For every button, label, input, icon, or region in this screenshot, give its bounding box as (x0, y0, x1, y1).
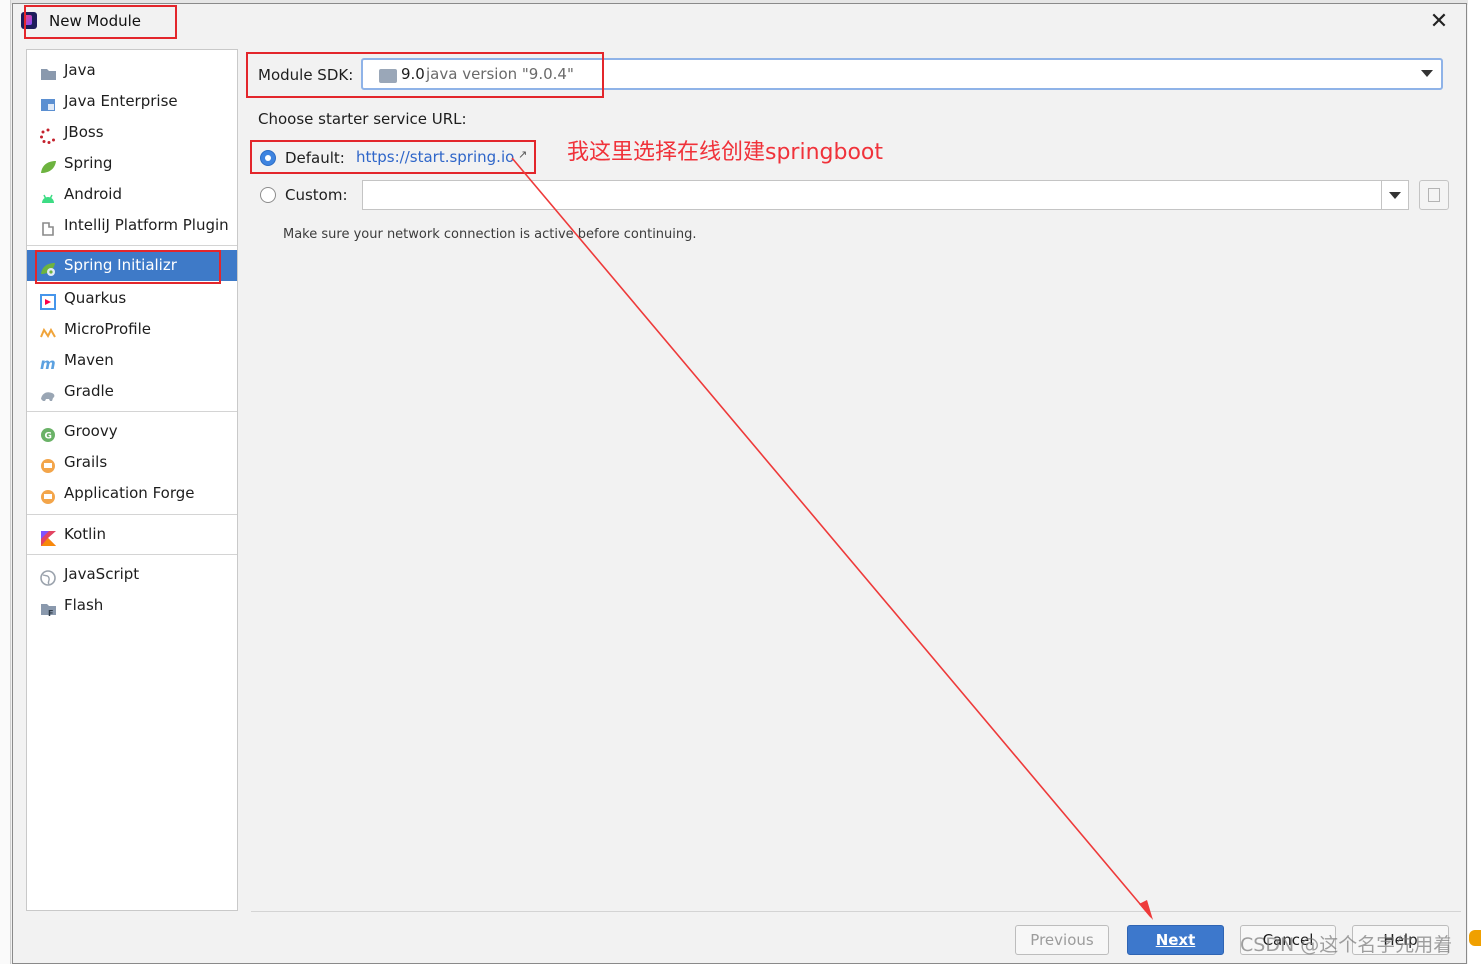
svg-text:F: F (48, 609, 53, 617)
plugin-icon (40, 217, 57, 236)
highlight-box-sdk (246, 52, 604, 98)
list-item-label: Kotlin (64, 525, 106, 543)
list-item-spring[interactable]: Spring (27, 148, 237, 178)
folder-icon (40, 62, 57, 80)
starter-url-label: Choose starter service URL: (258, 110, 467, 128)
settings-panel: Module SDK: 9.0 java version "9.0.4" Cho… (245, 44, 1460, 912)
background-editor-edge (0, 0, 11, 964)
close-button[interactable]: ✕ (1427, 10, 1451, 34)
microprofile-icon (40, 321, 57, 338)
project-type-list: Java Java Enterprise JBoss Spring Androi… (26, 49, 238, 911)
jboss-icon (40, 124, 57, 144)
list-item-label: Maven (64, 351, 114, 369)
highlight-box-spring-initializr (35, 250, 221, 284)
list-item-microprofile[interactable]: MicroProfile (27, 314, 237, 344)
globe-icon (40, 566, 57, 586)
flash-folder-icon: F (40, 597, 57, 618)
previous-button[interactable]: Previous (1015, 925, 1109, 955)
list-item-maven[interactable]: m Maven (27, 345, 237, 375)
list-item-label: Application Forge (64, 484, 195, 502)
list-item-kotlin[interactable]: Kotlin (27, 519, 237, 549)
list-item-label: Java Enterprise (64, 92, 178, 110)
quarkus-icon (40, 290, 57, 310)
svg-text:m: m (40, 356, 56, 372)
background-editor-edge-right (1468, 0, 1481, 964)
java-enterprise-icon (40, 93, 57, 111)
maven-icon: m (40, 352, 57, 373)
list-separator (27, 554, 237, 555)
list-item-label: Quarkus (64, 289, 127, 307)
list-item-grails[interactable]: Grails (27, 447, 237, 477)
list-item-label: Flash (64, 596, 104, 614)
list-item-label: Groovy (64, 422, 118, 440)
list-item-label: Grails (64, 453, 108, 471)
chevron-down-icon[interactable] (1421, 70, 1433, 77)
groovy-icon: G (40, 423, 57, 442)
list-item-application-forge[interactable]: Application Forge (27, 478, 237, 508)
custom-label: Custom: (285, 186, 348, 204)
list-separator (27, 411, 237, 412)
list-item-intellij-plugin[interactable]: IntelliJ Platform Plugin (27, 210, 237, 240)
watermark-text: CSDN @这个名字先用着 (1240, 934, 1453, 956)
gradle-icon (40, 383, 57, 401)
list-item-label: Android (64, 185, 122, 203)
list-item-label: Spring (64, 154, 113, 172)
chevron-down-icon (1389, 192, 1401, 199)
list-item-quarkus[interactable]: Quarkus (27, 283, 237, 313)
spring-leaf-icon (40, 155, 57, 173)
custom-url-input[interactable] (362, 180, 1409, 210)
list-item-label: Java (64, 61, 96, 79)
custom-url-dropdown[interactable] (1381, 180, 1409, 210)
grails-icon (40, 454, 57, 473)
list-item-android[interactable]: Android (27, 179, 237, 209)
new-module-dialog: New Module ✕ Java Java Enterprise JBoss … (12, 3, 1467, 964)
list-item-flash[interactable]: F Flash (27, 590, 237, 620)
footer-separator (251, 911, 1461, 912)
network-hint: Make sure your network connection is act… (283, 227, 697, 242)
list-item-javascript[interactable]: JavaScript (27, 559, 237, 589)
list-separator (27, 514, 237, 515)
list-item-gradle[interactable]: Gradle (27, 376, 237, 406)
kotlin-icon (40, 526, 57, 546)
list-item-label: JavaScript (64, 565, 140, 583)
custom-url-action-button[interactable] (1419, 180, 1449, 210)
notification-badge (1469, 930, 1481, 946)
annotation-text: 我这里选择在线创建springboot (567, 140, 884, 165)
list-item-label: Gradle (64, 382, 114, 400)
custom-url-radio[interactable] (260, 187, 276, 203)
list-item-groovy[interactable]: G Groovy (27, 416, 237, 446)
highlight-box-title (24, 5, 177, 39)
android-icon (40, 186, 57, 203)
highlight-box-default-url (250, 140, 536, 174)
forge-icon (40, 485, 57, 504)
list-item-jboss[interactable]: JBoss (27, 117, 237, 147)
next-button[interactable]: Next (1127, 925, 1224, 955)
svg-text:G: G (45, 432, 52, 442)
list-item-label: JBoss (64, 123, 104, 141)
list-item-label: MicroProfile (64, 320, 152, 338)
list-item-label: IntelliJ Platform Plugin (64, 216, 229, 234)
list-item-java-enterprise[interactable]: Java Enterprise (27, 86, 237, 116)
title-bar: New Module ✕ (13, 4, 1466, 40)
list-separator (27, 245, 237, 246)
list-item-java[interactable]: Java (27, 55, 237, 85)
